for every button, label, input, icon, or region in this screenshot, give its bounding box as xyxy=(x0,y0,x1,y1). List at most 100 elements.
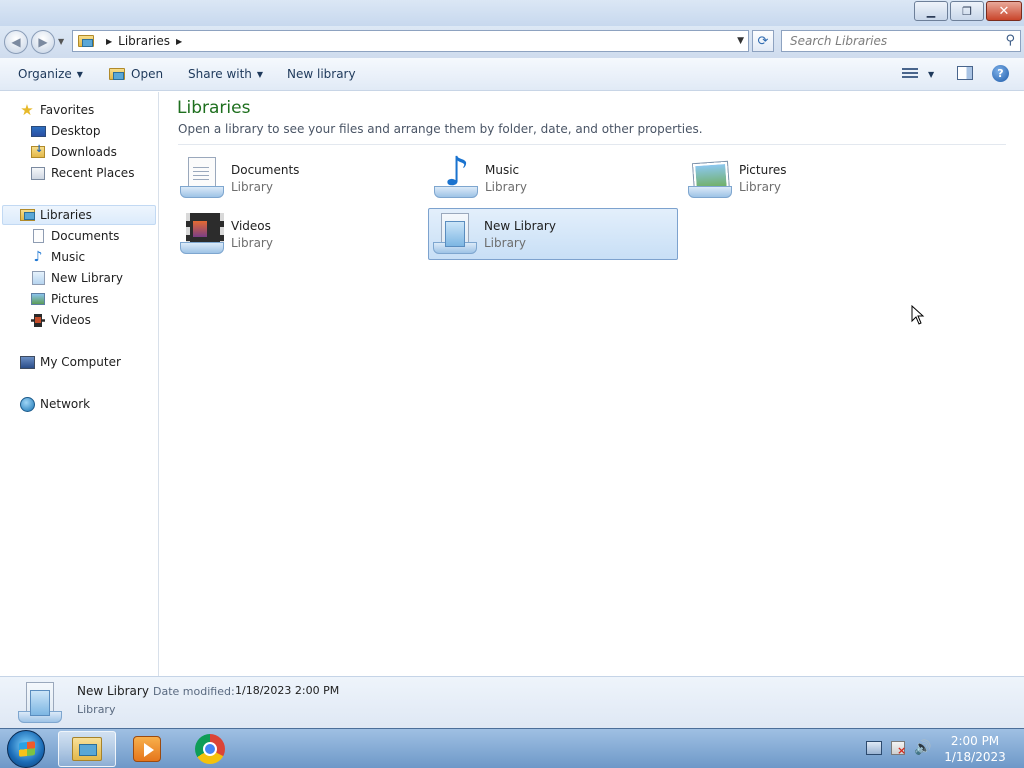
action-center-icon[interactable] xyxy=(891,741,906,757)
help-icon[interactable]: ? xyxy=(992,65,1009,82)
maximize-button[interactable]: ❐ xyxy=(950,1,984,21)
open-button[interactable]: Open xyxy=(109,67,163,81)
nav-favorites[interactable]: ★ Favorites xyxy=(19,100,94,120)
nav-label: Network xyxy=(40,397,91,411)
nav-label: Videos xyxy=(51,313,91,327)
library-item-pictures[interactable]: Pictures Library xyxy=(684,152,934,204)
recent-pages-dropdown-icon[interactable]: ▼ xyxy=(58,37,64,46)
taskbar-explorer-button[interactable] xyxy=(58,731,116,767)
music-note-icon: ♪ xyxy=(33,249,43,265)
volume-icon[interactable]: 🔊 xyxy=(914,740,931,756)
nav-my-computer[interactable]: My Computer xyxy=(19,352,121,372)
share-with-button[interactable]: Share with ▼ xyxy=(188,67,263,81)
change-view-icon[interactable] xyxy=(902,66,918,80)
window-controls: ▁ ❐ ✕ xyxy=(914,1,1022,21)
nav-pictures[interactable]: Pictures xyxy=(30,289,99,309)
view-options-dropdown-icon[interactable]: ▼ xyxy=(928,70,934,79)
command-bar: Organize ▼ Open Share with ▼ New library ▼… xyxy=(0,58,1024,91)
close-button[interactable]: ✕ xyxy=(986,1,1022,21)
back-button[interactable]: ◀ xyxy=(4,30,28,54)
taskbar-chrome-button[interactable] xyxy=(181,731,239,767)
details-type: Library xyxy=(77,703,116,716)
share-with-label: Share with xyxy=(188,67,252,81)
document-icon xyxy=(32,229,44,243)
nav-label: My Computer xyxy=(40,355,121,369)
search-box[interactable]: ⚲ xyxy=(781,30,1021,52)
nav-recent-places[interactable]: Recent Places xyxy=(30,163,134,183)
documents-library-icon xyxy=(178,155,226,201)
mouse-cursor-icon xyxy=(911,305,925,325)
item-type: Library xyxy=(231,235,273,250)
refresh-button[interactable]: ⟳ xyxy=(752,30,774,52)
videos-library-icon xyxy=(178,211,226,257)
nav-label: Music xyxy=(51,250,86,264)
downloads-icon xyxy=(31,144,45,158)
organize-button[interactable]: Organize ▼ xyxy=(18,67,83,81)
computer-icon xyxy=(19,355,35,369)
taskbar-media-player-button[interactable] xyxy=(118,731,176,767)
explorer-icon xyxy=(72,737,102,761)
search-input[interactable] xyxy=(790,34,1000,48)
item-type: Library xyxy=(739,179,781,194)
item-name: Documents xyxy=(231,162,300,177)
network-tray-icon[interactable] xyxy=(866,741,882,755)
address-bar[interactable]: ▶ Libraries ▶ ▼ xyxy=(72,30,749,52)
nav-videos[interactable]: Videos xyxy=(30,310,91,330)
clock-date: 1/18/2023 xyxy=(944,750,1006,764)
address-dropdown-icon[interactable]: ▼ xyxy=(737,36,744,46)
arrow-left-icon: ◀ xyxy=(11,35,21,49)
arrow-right-icon: ▶ xyxy=(38,35,48,49)
start-button[interactable] xyxy=(7,730,45,768)
library-item-new-library[interactable]: New Library Library xyxy=(428,208,678,260)
title-bar: ▁ ❐ ✕ xyxy=(0,0,1024,26)
details-modified-value: 1/18/2023 2:00 PM xyxy=(235,684,340,697)
clock[interactable]: 2:00 PM 1/18/2023 xyxy=(940,733,1010,765)
library-item-documents[interactable]: Documents Library xyxy=(176,152,426,204)
breadcrumb-libraries[interactable]: Libraries xyxy=(118,34,170,48)
pictures-library-icon xyxy=(686,155,734,201)
nav-music[interactable]: ♪ Music xyxy=(30,247,86,267)
refresh-icon: ⟳ xyxy=(757,33,769,49)
chevron-down-icon: ▼ xyxy=(256,69,264,79)
minimize-button[interactable]: ▁ xyxy=(914,1,948,21)
new-library-label: New library xyxy=(287,67,356,81)
nav-libraries[interactable]: Libraries xyxy=(2,205,156,225)
details-modified-label: Date modified: xyxy=(153,685,235,698)
breadcrumb-arrow-icon[interactable]: ▶ xyxy=(106,37,112,46)
chrome-icon xyxy=(195,734,225,764)
library-icon xyxy=(31,271,45,285)
nav-label: New Library xyxy=(51,271,123,285)
forward-button[interactable]: ▶ xyxy=(31,30,55,54)
nav-label: Pictures xyxy=(51,292,99,306)
breadcrumb-arrow-icon[interactable]: ▶ xyxy=(176,37,182,46)
nav-desktop[interactable]: Desktop xyxy=(30,121,101,141)
item-name: Videos xyxy=(231,218,271,233)
preview-pane-icon[interactable] xyxy=(957,66,973,80)
desktop-icon xyxy=(30,125,46,137)
library-item-music[interactable]: Music Library xyxy=(430,149,680,204)
details-name: New Library xyxy=(77,684,149,698)
open-label: Open xyxy=(131,67,164,81)
libraries-icon xyxy=(19,209,35,221)
content-pane: Libraries Open a library to see your fil… xyxy=(160,92,1024,676)
nav-network[interactable]: Network xyxy=(19,394,90,414)
new-library-button[interactable]: New library xyxy=(287,67,356,81)
recent-places-icon xyxy=(31,166,45,180)
new-library-icon xyxy=(16,680,64,726)
new-library-icon xyxy=(431,211,479,257)
item-type: Library xyxy=(485,179,527,194)
item-type: Library xyxy=(231,179,273,194)
chevron-down-icon: ▼ xyxy=(76,69,83,79)
nav-documents[interactable]: Documents xyxy=(30,226,119,246)
music-library-icon xyxy=(432,149,480,201)
search-icon[interactable]: ⚲ xyxy=(1005,33,1015,48)
nav-downloads[interactable]: Downloads xyxy=(30,142,117,162)
page-description: Open a library to see your files and arr… xyxy=(178,122,703,136)
pictures-icon xyxy=(31,293,45,305)
network-icon xyxy=(19,396,35,412)
nav-new-library[interactable]: New Library xyxy=(30,268,123,288)
nav-label: Favorites xyxy=(40,103,95,117)
library-item-videos[interactable]: Videos Library xyxy=(176,208,426,260)
item-name: Music xyxy=(485,162,520,177)
header-divider xyxy=(178,144,1006,145)
